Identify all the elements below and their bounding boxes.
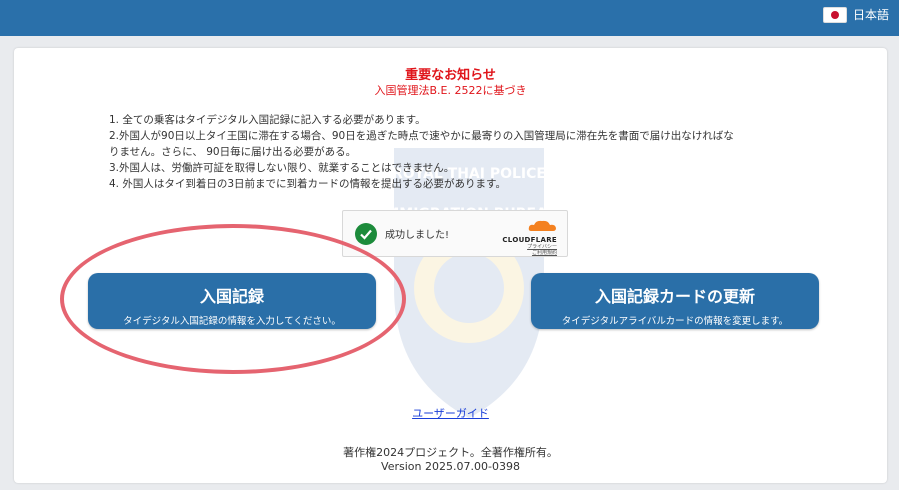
notice-line: 4. 外国人はタイ到着日の3日前までに到着カードの情報を提出する必要があります。 <box>109 178 506 190</box>
captcha-status: 成功しました! <box>385 230 450 241</box>
user-guide-link[interactable]: ユーザーガイド <box>14 405 887 421</box>
language-selector[interactable]: 日本語 <box>822 6 889 23</box>
update-card-button[interactable]: 入国記録カードの更新 タイデジタルアライバルカードの情報を変更します。 <box>531 273 819 329</box>
notice-line: りません。さらに、 90日毎に届け出る必要がある。 <box>109 146 357 158</box>
notice-line: 3.外国人は、労働許可証を取得しない限り、就業することはできません。 <box>109 162 455 174</box>
notice-line: 2.外国人が90日以上タイ王国に滞在する場合、90日を過ぎた時点で速やかに最寄り… <box>109 130 734 142</box>
notice-line: 1. 全ての乗客はタイデジタル入国記録に記入する必要があります。 <box>109 114 426 126</box>
entry-record-button[interactable]: 入国記録 タイデジタル入国記録の情報を入力してください。 <box>88 273 376 329</box>
top-bar: 日本語 <box>0 0 899 36</box>
update-card-description: タイデジタルアライバルカードの情報を変更します。 <box>561 316 789 327</box>
entry-record-description: タイデジタル入国記録の情報を入力してください。 <box>123 316 341 327</box>
checkmark-icon <box>355 222 377 245</box>
update-card-label: 入国記録カードの更新 <box>594 287 755 306</box>
main-card: ROYAL THAI POLICE IMMIGRATION BUREAU 重要な… <box>14 48 887 483</box>
cloudflare-logo: CLOUDFLARE プライバシー ご利用規約 <box>502 217 557 256</box>
cloud-icon <box>528 220 556 231</box>
cloudflare-captcha-widget[interactable]: 成功しました! CLOUDFLARE プライバシー ご利用規約 <box>342 210 568 257</box>
entry-record-label: 入国記録 <box>199 287 264 306</box>
version-text: Version 2025.07.00-0398 <box>381 460 520 473</box>
japan-flag-icon <box>822 6 847 23</box>
copyright-text: 著作権2024プロジェクト。全著作権所有。 <box>343 446 558 459</box>
terms-link[interactable]: ご利用規約 <box>502 250 557 256</box>
notice-list: 1. 全ての乗客はタイデジタル入国記録に記入する必要があります。 2.外国人が9… <box>109 112 839 192</box>
notice-subtitle: 入国管理法B.E. 2522に基づき <box>374 84 527 97</box>
language-label: 日本語 <box>852 8 889 22</box>
notice-title: 重要なお知らせ <box>405 68 496 83</box>
